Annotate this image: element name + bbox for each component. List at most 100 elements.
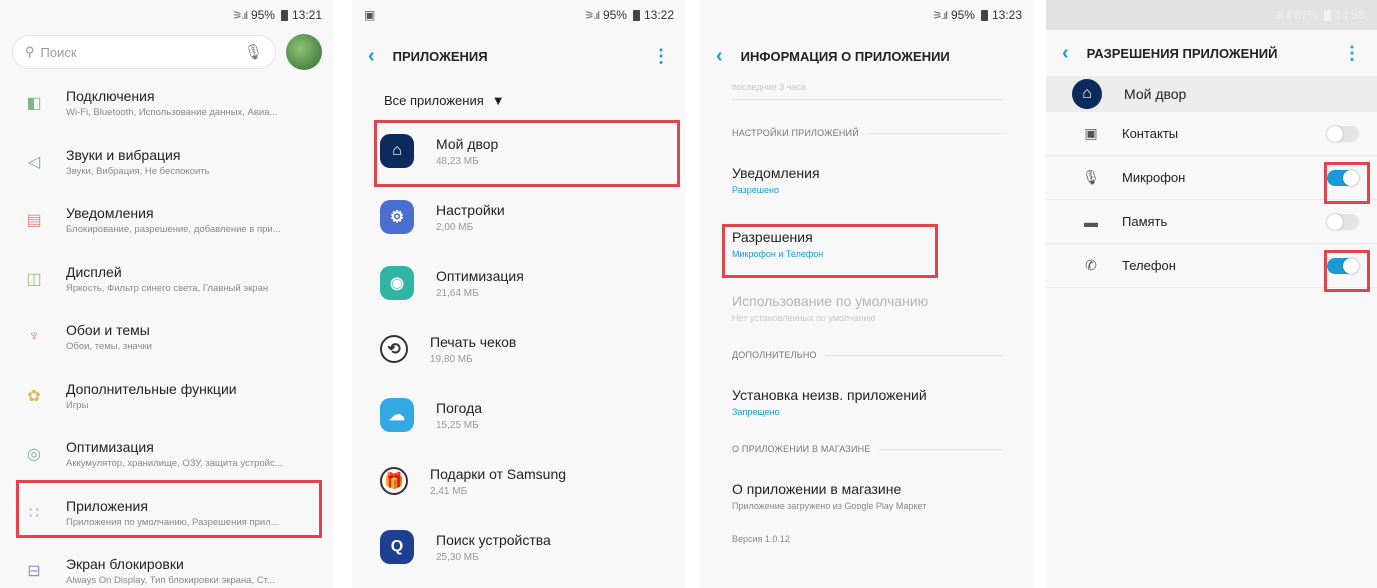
microphone-icon: 🎙 xyxy=(1082,169,1100,185)
app-list-item[interactable]: ☁ Погода 15,25 МБ xyxy=(352,382,686,448)
house-icon: ⌂ xyxy=(1072,79,1102,109)
app-text: Поиск устройства 25,30 МБ xyxy=(436,532,551,563)
back-arrow-icon[interactable]: ‹ xyxy=(368,45,375,68)
settings-item-title: Оптимизация xyxy=(66,439,154,456)
settings-item-text: Подключения Wi-Fi, Bluetooth, Использован… xyxy=(66,88,324,118)
settings-item[interactable]: ⊟ Экран блокировки Always On Display, Тип … xyxy=(0,542,334,588)
clock: 13:22 xyxy=(643,8,674,22)
section-header: ДОПОЛНИТЕЛЬНО xyxy=(700,340,1034,370)
row-title: О приложении в магазине xyxy=(732,481,902,497)
battery-level: 95% xyxy=(950,8,975,22)
settings-item-text: Оптимизация Аккумулятор, хранилище, ОЗУ, … xyxy=(66,439,324,469)
row-title: Использование по умолчанию xyxy=(732,293,929,309)
settings-item[interactable]: ▤ Уведомления Блокирование, разрешение, до… xyxy=(0,191,334,250)
gift-icon: 🎁 xyxy=(380,467,408,495)
permission-name: Контакты xyxy=(1122,126,1179,141)
app-size: 19,80 МБ xyxy=(430,353,473,365)
clock: 14:58 xyxy=(1334,8,1365,22)
section-title: О ПРИЛОЖЕНИИ В МАГАЗИНЕ xyxy=(732,444,871,454)
app-name: Погода xyxy=(436,399,483,416)
page-title: РАЗРЕШЕНИЯ ПРИЛОЖЕНИЙ xyxy=(1086,45,1278,61)
toggle-knob xyxy=(1327,213,1343,230)
row-title: Уведомления xyxy=(732,165,820,181)
section-header: НАСТРОЙКИ ПРИЛОЖЕНИЙ xyxy=(700,118,1034,148)
app-bar: ‹ РАЗРЕШЕНИЯ ПРИЛОЖЕНИЙ ⋮ xyxy=(1046,30,1377,76)
app-header: ⌂ Мой двор xyxy=(1046,76,1377,112)
speaker-icon: ◁ xyxy=(27,153,41,171)
truncated-row: последние 3 часа xyxy=(732,82,1002,100)
back-arrow-icon[interactable]: ‹ xyxy=(1062,42,1069,65)
app-size: 2,41 МБ xyxy=(430,485,468,497)
battery-icon xyxy=(280,9,288,21)
battery-icon xyxy=(980,9,988,21)
app-list-item[interactable]: 🎁 Подарки от Samsung 2,41 МБ xyxy=(352,448,686,514)
apps-screen: ▣ ⚞.ıl 95% 13:22 ‹ ПРИЛОЖЕНИЯ ⋮ Все прил… xyxy=(352,0,686,588)
permission-name: Микрофон xyxy=(1122,170,1186,185)
permission-toggle[interactable] xyxy=(1327,125,1359,142)
status-bar: ▣ ⚞.ıl 95% 13:22 xyxy=(352,0,686,30)
settings-item-title: Звуки и вибрация xyxy=(66,146,181,163)
battery-icon xyxy=(1323,9,1331,21)
row-title: Установка неизв. приложений xyxy=(732,387,927,403)
search-icon: ⚲ xyxy=(25,44,35,59)
app-size: 25,30 МБ xyxy=(436,551,479,563)
permission-name: Память xyxy=(1122,214,1168,229)
settings-item-text: Обои и темы Обои, темы, значки xyxy=(66,322,324,352)
app-name: Поиск устройства xyxy=(436,531,551,548)
gear-plus-icon: ✿ xyxy=(27,387,41,405)
truncated-text: последние 3 часа xyxy=(732,82,806,92)
battery-level: 95% xyxy=(250,8,275,22)
settings-item[interactable]: ◧ Подключения Wi-Fi, Bluetooth, Использова… xyxy=(0,74,334,133)
app-list-item[interactable]: ◉ Оптимизация 21,64 МБ xyxy=(352,250,686,316)
mic-icon[interactable]: 🎙 xyxy=(244,43,263,61)
search-placeholder: Поиск xyxy=(40,44,77,60)
battery-icon xyxy=(632,9,640,21)
back-arrow-icon[interactable]: ‹ xyxy=(716,45,723,68)
settings-item-subtitle: Аккумулятор, хранилище, ОЗУ, защита устр… xyxy=(66,458,283,470)
avatar[interactable] xyxy=(286,34,322,70)
settings-item[interactable]: ◁ Звуки и вибрация Звуки, Вибрация, Не бес… xyxy=(0,133,334,192)
settings-item-subtitle: Блокирование, разрешение, добавление в п… xyxy=(66,224,281,236)
app-list-item[interactable]: Q Поиск устройства 25,30 МБ xyxy=(352,514,686,580)
settings-item-title: Дополнительные функции xyxy=(66,380,237,397)
app-list-item[interactable]: ⟲ Печать чеков 19,80 МБ xyxy=(352,316,686,382)
lock-screen-icon: ⊟ xyxy=(27,563,41,581)
app-text: Погода 15,25 МБ xyxy=(436,400,482,431)
settings-item[interactable]: ♆ Обои и темы Обои, темы, значки xyxy=(0,308,334,367)
permission-toggle[interactable] xyxy=(1327,213,1359,230)
app-bar: ‹ ИНФОРМАЦИЯ О ПРИЛОЖЕНИИ xyxy=(700,30,1034,82)
app-text: Подарки от Samsung 2,41 МБ xyxy=(430,466,566,497)
clock: 13:21 xyxy=(291,8,322,22)
settings-item-text: Дисплей Яркость, Фильтр синего света, Гла… xyxy=(66,264,324,294)
highlight-apps xyxy=(16,480,322,538)
notifications-row[interactable]: Уведомления Разрешено xyxy=(700,148,1034,212)
find-device-icon: Q xyxy=(380,530,414,564)
settings-item-title: Подключения xyxy=(66,88,155,105)
optimization-app-icon: ◉ xyxy=(380,266,414,300)
store-info-row[interactable]: О приложении в магазине Приложение загру… xyxy=(700,464,1034,528)
search-input[interactable]: ⚲ Поиск 🎙 xyxy=(12,35,276,69)
app-permissions-screen: ⚞.ıl 87% 14:58 ‹ РАЗРЕШЕНИЯ ПРИЛОЖЕНИЙ ⋮… xyxy=(1046,0,1377,588)
notifications-icon: ▤ xyxy=(26,212,42,230)
signal-icon: ⚞.ıl xyxy=(584,9,600,22)
app-text: Печать чеков 19,80 МБ xyxy=(430,334,516,365)
status-bar: ⚞.ıl 87% 14:58 xyxy=(1046,0,1377,30)
settings-item[interactable]: ✿ Дополнительные функции Игры xyxy=(0,367,334,426)
settings-item-subtitle: Always On Display, Тип блокировки экрана… xyxy=(66,575,275,587)
permission-name: Телефон xyxy=(1122,258,1176,273)
app-list-item[interactable]: ⚙ Настройки 2,00 МБ xyxy=(352,184,686,250)
apps-list: ⌂ Мой двор 48,23 МБ ⚙ Настройки 2,00 МБ ◉ Оптим… xyxy=(352,118,686,580)
version-label: Версия 1.0.12 xyxy=(732,534,790,544)
settings-item[interactable]: ◫ Дисплей Яркость, Фильтр синего света, Гл… xyxy=(0,250,334,309)
permission-row: ▣ Контакты xyxy=(1046,112,1377,156)
unknown-sources-row[interactable]: Установка неизв. приложений Запрещено xyxy=(700,370,1034,434)
battery-level: 95% xyxy=(602,8,627,22)
settings-item[interactable]: ◎ Оптимизация Аккумулятор, хранилище, ОЗУ,… xyxy=(0,425,334,484)
more-options-icon[interactable]: ⋮ xyxy=(1343,43,1361,64)
filter-dropdown[interactable]: Все приложения ▼ xyxy=(352,82,686,118)
more-options-icon[interactable]: ⋮ xyxy=(652,46,670,67)
brush-icon: ♆ xyxy=(28,328,40,346)
default-usage-row: Использование по умолчанию Нет установле… xyxy=(700,276,1034,340)
highlight-permissions xyxy=(722,224,938,278)
signal-icon: ⚞.ıl xyxy=(932,9,948,22)
